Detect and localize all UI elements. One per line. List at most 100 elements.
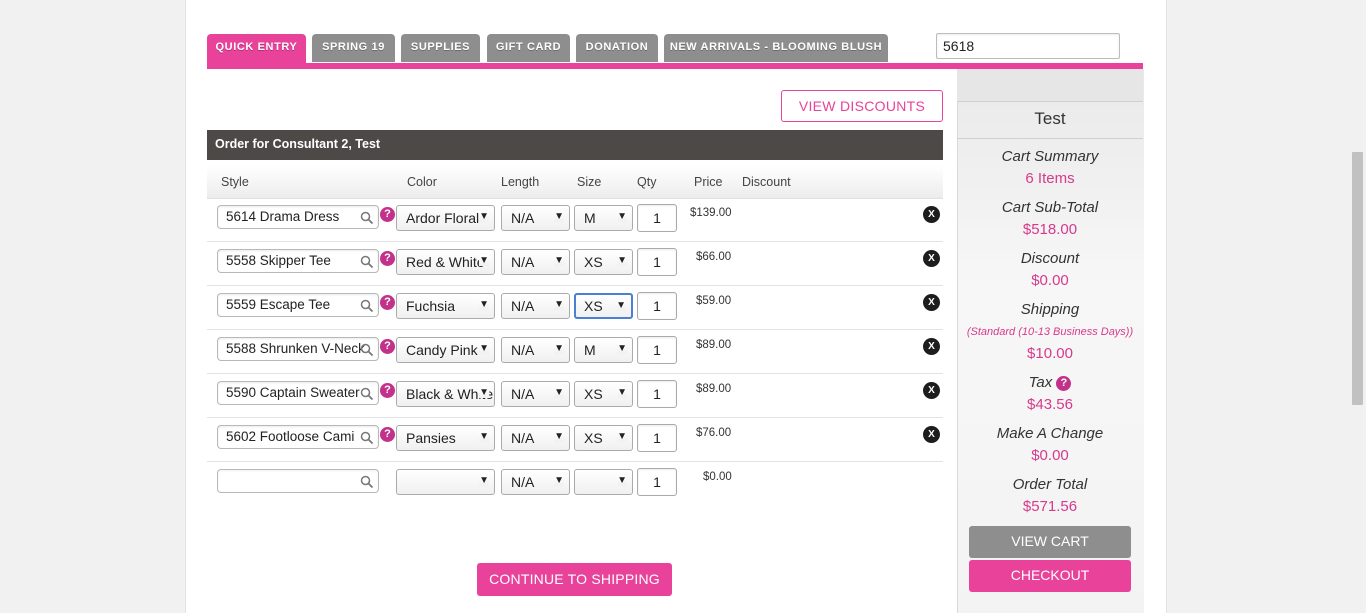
chevron-down-icon: ▼: [554, 387, 564, 398]
tab-gift-card[interactable]: GIFT CARD: [487, 34, 570, 62]
search-icon[interactable]: [360, 211, 374, 225]
subtotal-label: Cart Sub-Total: [1001, 199, 1099, 216]
quantity-input[interactable]: 1: [637, 468, 677, 496]
item-price: $89.00: [696, 383, 732, 395]
length-select[interactable]: N/A ▼: [501, 205, 570, 231]
length-select[interactable]: N/A ▼: [501, 469, 570, 495]
size-select[interactable]: XS ▼: [574, 249, 633, 275]
color-value: Pansies: [406, 430, 456, 446]
column-header-color: Color: [407, 175, 437, 189]
tab-donation[interactable]: DONATION: [576, 34, 658, 62]
size-select[interactable]: XS ▼: [574, 293, 633, 319]
search-icon[interactable]: [360, 387, 374, 401]
style-input[interactable]: 5559 Escape Tee: [217, 293, 379, 317]
length-value: N/A: [511, 474, 535, 490]
view-discounts-button[interactable]: VIEW DISCOUNTS: [781, 90, 943, 122]
size-select[interactable]: M ▼: [574, 205, 633, 231]
quantity-input[interactable]: 1: [637, 292, 677, 320]
chevron-down-icon: ▼: [617, 387, 627, 398]
style-input[interactable]: 5614 Drama Dress: [217, 205, 379, 229]
make-a-change-value: $0.00: [1031, 447, 1069, 464]
color-select[interactable]: Pansies ▼: [396, 425, 495, 451]
tax-label: Tax ?: [957, 374, 1143, 391]
chevron-down-icon: ▼: [617, 475, 627, 486]
help-icon[interactable]: ?: [380, 207, 395, 222]
chevron-down-icon: ▼: [479, 211, 489, 222]
item-price: $66.00: [696, 251, 732, 263]
quantity-input[interactable]: 1: [637, 424, 677, 452]
length-select[interactable]: N/A ▼: [501, 337, 570, 363]
color-select[interactable]: ▼: [396, 469, 495, 495]
row-divider: [207, 285, 943, 286]
length-value: N/A: [511, 342, 535, 358]
color-value: Fuchsia: [406, 298, 456, 314]
chevron-down-icon: ▼: [479, 431, 489, 442]
search-icon[interactable]: [360, 431, 374, 445]
length-select[interactable]: N/A ▼: [501, 381, 570, 407]
item-price: $89.00: [696, 339, 732, 351]
search-icon[interactable]: [360, 343, 374, 357]
chevron-down-icon: ▼: [554, 211, 564, 222]
chevron-down-icon: ▼: [479, 475, 489, 486]
search-icon[interactable]: [360, 475, 374, 489]
help-icon[interactable]: ?: [380, 251, 395, 266]
search-icon[interactable]: [360, 299, 374, 313]
length-value: N/A: [511, 430, 535, 446]
style-number-input[interactable]: 5618: [936, 33, 1120, 59]
quantity-input[interactable]: 1: [637, 204, 677, 232]
view-cart-button[interactable]: VIEW CART: [969, 526, 1131, 558]
style-input[interactable]: 5558 Skipper Tee: [217, 249, 379, 273]
cart-summary-label: Cart Summary: [1001, 148, 1099, 165]
remove-item-button[interactable]: X: [923, 426, 940, 443]
tab-new-arrivals[interactable]: NEW ARRIVALS - BLOOMING BLUSH: [664, 34, 888, 62]
style-input[interactable]: 5588 Shrunken V-Neck: [217, 337, 379, 361]
quantity-input[interactable]: 1: [637, 380, 677, 408]
size-value: M: [584, 342, 596, 358]
remove-item-button[interactable]: X: [923, 294, 940, 311]
size-select[interactable]: M ▼: [574, 337, 633, 363]
color-value: Candy Pink: [406, 342, 478, 358]
remove-item-button[interactable]: X: [923, 338, 940, 355]
page-scrollbar[interactable]: [1349, 0, 1366, 613]
help-icon[interactable]: ?: [380, 427, 395, 442]
length-select[interactable]: N/A ▼: [501, 249, 570, 275]
sidebar-top-bar: [957, 69, 1143, 102]
make-a-change-label: Make A Change: [996, 425, 1104, 442]
remove-item-button[interactable]: X: [923, 250, 940, 267]
column-header-discount: Discount: [742, 175, 791, 189]
length-select[interactable]: N/A ▼: [501, 425, 570, 451]
quantity-input[interactable]: 1: [637, 336, 677, 364]
help-icon[interactable]: ?: [380, 339, 395, 354]
help-icon[interactable]: ?: [1056, 375, 1072, 391]
size-select[interactable]: ▼: [574, 469, 633, 495]
style-input[interactable]: 5590 Captain Sweater: [217, 381, 379, 405]
remove-item-button[interactable]: X: [923, 382, 940, 399]
length-value: N/A: [511, 254, 535, 270]
color-select[interactable]: Ardor Floral ▼: [396, 205, 495, 231]
length-value: N/A: [511, 210, 535, 226]
style-input[interactable]: 5602 Footloose Cami: [217, 425, 379, 449]
length-select[interactable]: N/A ▼: [501, 293, 570, 319]
item-price: $76.00: [696, 427, 732, 439]
help-icon[interactable]: ?: [380, 383, 395, 398]
color-select[interactable]: Red & White ▼: [396, 249, 495, 275]
search-icon[interactable]: [360, 255, 374, 269]
style-input[interactable]: [217, 469, 379, 493]
color-select[interactable]: Black & White ▼: [396, 381, 495, 407]
help-icon[interactable]: ?: [380, 295, 395, 310]
size-select[interactable]: XS ▼: [574, 381, 633, 407]
continue-to-shipping-button[interactable]: CONTINUE TO SHIPPING: [477, 563, 672, 596]
checkout-button[interactable]: CHECKOUT: [969, 560, 1131, 592]
scrollbar-thumb[interactable]: [1352, 152, 1363, 405]
remove-item-button[interactable]: X: [923, 206, 940, 223]
tab-spring-19[interactable]: SPRING 19: [312, 34, 395, 62]
color-select[interactable]: Fuchsia ▼: [396, 293, 495, 319]
size-select[interactable]: XS ▼: [574, 425, 633, 451]
chevron-down-icon: ▼: [479, 299, 489, 310]
color-select[interactable]: Candy Pink ▼: [396, 337, 495, 363]
chevron-down-icon: ▼: [554, 255, 564, 266]
quantity-input[interactable]: 1: [637, 248, 677, 276]
length-value: N/A: [511, 386, 535, 402]
subtotal-value: $518.00: [1022, 221, 1078, 238]
tab-supplies[interactable]: SUPPLIES: [401, 34, 480, 62]
